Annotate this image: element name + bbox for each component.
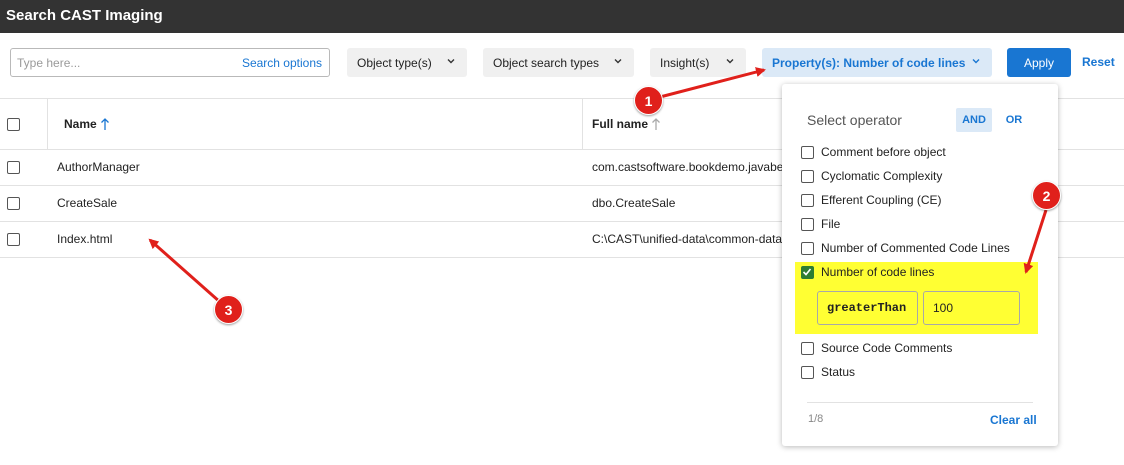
- property-checkbox[interactable]: [801, 169, 814, 183]
- operand-input[interactable]: 100: [923, 291, 1020, 325]
- chevron-down-icon: [972, 59, 980, 64]
- and-operator-button[interactable]: AND: [956, 108, 992, 132]
- property-checkbox[interactable]: [801, 217, 814, 231]
- row-name-cell[interactable]: Index.html: [57, 232, 112, 246]
- annotation-badge-3: 3: [214, 295, 243, 324]
- chevron-down-icon: [447, 59, 455, 64]
- chevron-down-icon: [614, 59, 622, 64]
- app-title: Search CAST Imaging: [6, 7, 163, 24]
- property-option-label: Cyclomatic Complexity: [821, 169, 943, 183]
- property-option-cyclomatic-complexity[interactable]: Cyclomatic Complexity: [801, 167, 942, 185]
- annotation-arrow: [148, 238, 221, 304]
- properties-filter-button[interactable]: Property(s): Number of code lines: [762, 48, 992, 77]
- column-header-full-name[interactable]: Full name: [592, 117, 661, 131]
- property-option-comment-before-object[interactable]: Comment before object: [801, 143, 946, 161]
- column-header-name[interactable]: Name: [64, 117, 110, 131]
- property-checkbox[interactable]: [801, 145, 814, 159]
- search-options-link[interactable]: Search options: [242, 56, 322, 70]
- property-option-label: Source Code Comments: [821, 341, 953, 355]
- property-option-label: Efferent Coupling (CE): [821, 193, 942, 207]
- property-option-label: Number of code lines: [821, 265, 935, 279]
- property-option-file[interactable]: File: [801, 215, 840, 233]
- or-operator-button[interactable]: OR: [1001, 108, 1027, 132]
- column-header-name-label: Name: [64, 117, 97, 131]
- row-checkbox[interactable]: [7, 161, 20, 174]
- column-separator: [47, 99, 48, 150]
- dropdown-divider: [807, 402, 1033, 403]
- column-separator: [582, 99, 583, 150]
- insights-filter-button[interactable]: Insight(s): [650, 48, 746, 77]
- row-name-cell[interactable]: AuthorManager: [57, 160, 140, 174]
- row-name-cell[interactable]: CreateSale: [57, 196, 117, 210]
- insights-filter-label: Insight(s): [660, 55, 710, 70]
- property-checkbox[interactable]: [801, 341, 814, 355]
- object-type-filter-label: Object type(s): [357, 55, 432, 70]
- annotation-badge-2: 2: [1032, 181, 1061, 210]
- column-header-full-name-label: Full name: [592, 117, 649, 131]
- select-operator-heading: Select operator: [807, 112, 902, 128]
- selection-count: 1/8: [808, 413, 824, 425]
- property-checkbox-checked[interactable]: [801, 265, 814, 279]
- property-checkbox[interactable]: [801, 193, 814, 207]
- row-checkbox[interactable]: [7, 233, 20, 246]
- property-option-label: Status: [821, 365, 856, 379]
- row-full-name-cell: com.castsoftware.bookdemo.javabe: [592, 160, 784, 174]
- row-checkbox[interactable]: [7, 197, 20, 210]
- reset-link[interactable]: Reset: [1082, 55, 1115, 69]
- property-checkbox[interactable]: [801, 241, 814, 255]
- property-checkbox[interactable]: [801, 365, 814, 379]
- sort-up-icon: [100, 118, 109, 130]
- property-option-label: File: [821, 217, 841, 231]
- chevron-down-icon: [726, 59, 734, 64]
- clear-all-link[interactable]: Clear all: [990, 413, 1037, 427]
- properties-filter-label: Property(s): Number of code lines: [772, 55, 966, 70]
- object-search-types-filter-button[interactable]: Object search types: [483, 48, 634, 77]
- annotation-badge-1: 1: [634, 86, 663, 115]
- property-option-source-code-comments[interactable]: Source Code Comments: [801, 339, 952, 357]
- property-option-number-of-code-lines[interactable]: Number of code lines: [801, 263, 934, 281]
- checkmark-icon: [802, 267, 812, 276]
- property-option-efferent-coupling[interactable]: Efferent Coupling (CE): [801, 191, 942, 209]
- property-option-status[interactable]: Status: [801, 363, 855, 381]
- select-all-checkbox[interactable]: [7, 118, 20, 131]
- sort-up-icon: [652, 118, 660, 130]
- object-search-types-filter-label: Object search types: [493, 55, 600, 70]
- row-full-name-cell: dbo.CreateSale: [592, 196, 676, 210]
- search-input[interactable]: [17, 54, 227, 72]
- row-full-name-cell: C:\CAST\unified-data\common-data: [592, 232, 783, 246]
- property-option-label: Comment before object: [821, 145, 946, 159]
- search-box[interactable]: Search options: [10, 48, 330, 77]
- property-option-number-of-commented-code-lines[interactable]: Number of Commented Code Lines: [801, 239, 1010, 257]
- apply-button[interactable]: Apply: [1007, 48, 1071, 77]
- property-option-label: Number of Commented Code Lines: [821, 241, 1010, 255]
- operator-select[interactable]: greaterThan: [817, 291, 918, 325]
- property-dropdown: Select operator AND OR Comment before ob…: [782, 84, 1058, 446]
- title-bar: Search CAST Imaging: [0, 0, 1124, 33]
- object-type-filter-button[interactable]: Object type(s): [347, 48, 467, 77]
